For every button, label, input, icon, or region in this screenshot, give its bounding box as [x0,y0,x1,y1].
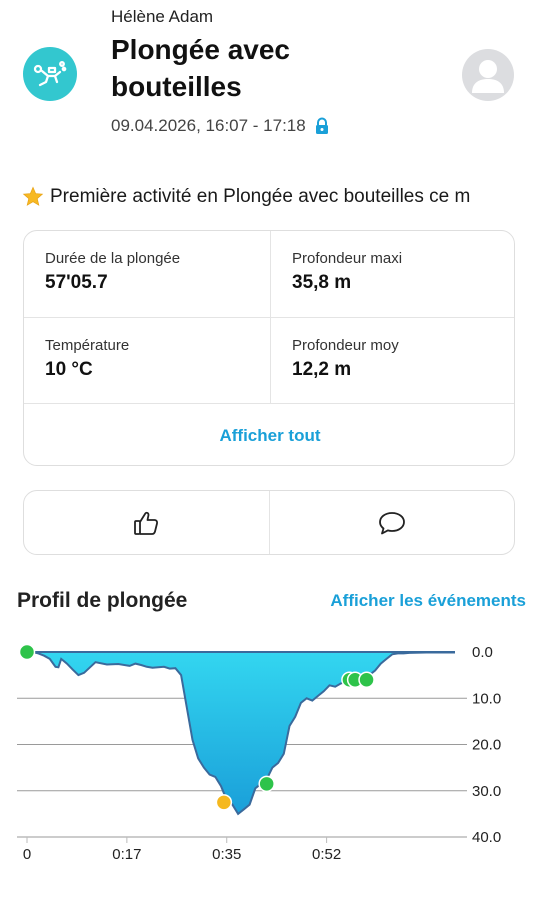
stat-max-depth-label: Profondeur maxi [292,250,403,267]
x-tick-label: 0:35 [212,846,241,863]
x-tick-label: 0 [23,846,31,863]
stat-avg-depth-value: 12,2 m [292,359,352,380]
stat-duration: Durée de la plongée 57'05.7 [24,231,270,317]
show-events-link[interactable]: Afficher les événements [330,591,526,611]
activity-title: Plongée avec bouteilles [111,34,290,102]
stat-avg-depth-label: Profondeur moy [292,337,399,354]
star-icon [22,186,44,206]
event-marker [18,643,36,661]
social-actions [23,490,515,555]
user-avatar-icon[interactable] [462,49,514,101]
stat-temperature-value: 10 °C [45,359,93,380]
x-tick-label: 0:52 [312,846,341,863]
stat-duration-value: 57'05.7 [45,272,108,293]
event-marker [215,794,233,811]
scuba-diver-icon [23,47,77,101]
lock-icon[interactable] [314,117,330,135]
y-tick-label: 20.0 [472,737,501,754]
stat-max-depth-value: 35,8 m [292,272,352,293]
like-button[interactable] [24,491,269,554]
stat-duration-label: Durée de la plongée [45,250,181,267]
y-tick-label: 0.0 [472,644,493,661]
datetime-text: 09.04.2026, 16:07 - 17:18 [111,116,306,135]
activity-datetime: 09.04.2026, 16:07 - 17:18 [111,116,330,136]
dive-profile-chart: 0.0 10.0 20.0 30.0 40.0 0 0:17 0:35 0:52 [0,630,538,870]
x-tick-label: 0:17 [112,846,141,863]
dive-profile-svg: 0.0 10.0 20.0 30.0 40.0 0 0:17 0:35 0:52 [17,643,501,863]
show-all-button[interactable]: Afficher tout [24,403,514,465]
achievement-fade [486,183,516,211]
stat-temperature: Température 10 °C [24,317,270,403]
event-marker [258,775,275,793]
achievement-text: Première activité en Plongée avec boutei… [50,186,471,207]
depth-area [27,652,455,814]
stat-max-depth: Profondeur maxi 35,8 m [270,231,514,317]
thumbs-up-icon [134,511,159,535]
comment-icon [378,511,405,534]
stat-temperature-label: Température [45,337,130,354]
user-name[interactable]: Hélène Adam [111,7,213,27]
stats-card: Durée de la plongée 57'05.7 Profondeur m… [23,230,515,466]
dive-profile-title: Profil de plongée [17,589,188,612]
y-tick-label: 40.0 [472,829,501,846]
y-tick-label: 30.0 [472,783,501,800]
achievement-banner: Première activité en Plongée avec boutei… [22,183,516,211]
event-marker [358,671,375,688]
y-tick-label: 10.0 [472,690,501,707]
stat-avg-depth: Profondeur moy 12,2 m [270,317,514,403]
activity-header: Hélène Adam Plongée avec bouteilles 09.0… [0,0,538,150]
comment-button[interactable] [268,491,515,554]
